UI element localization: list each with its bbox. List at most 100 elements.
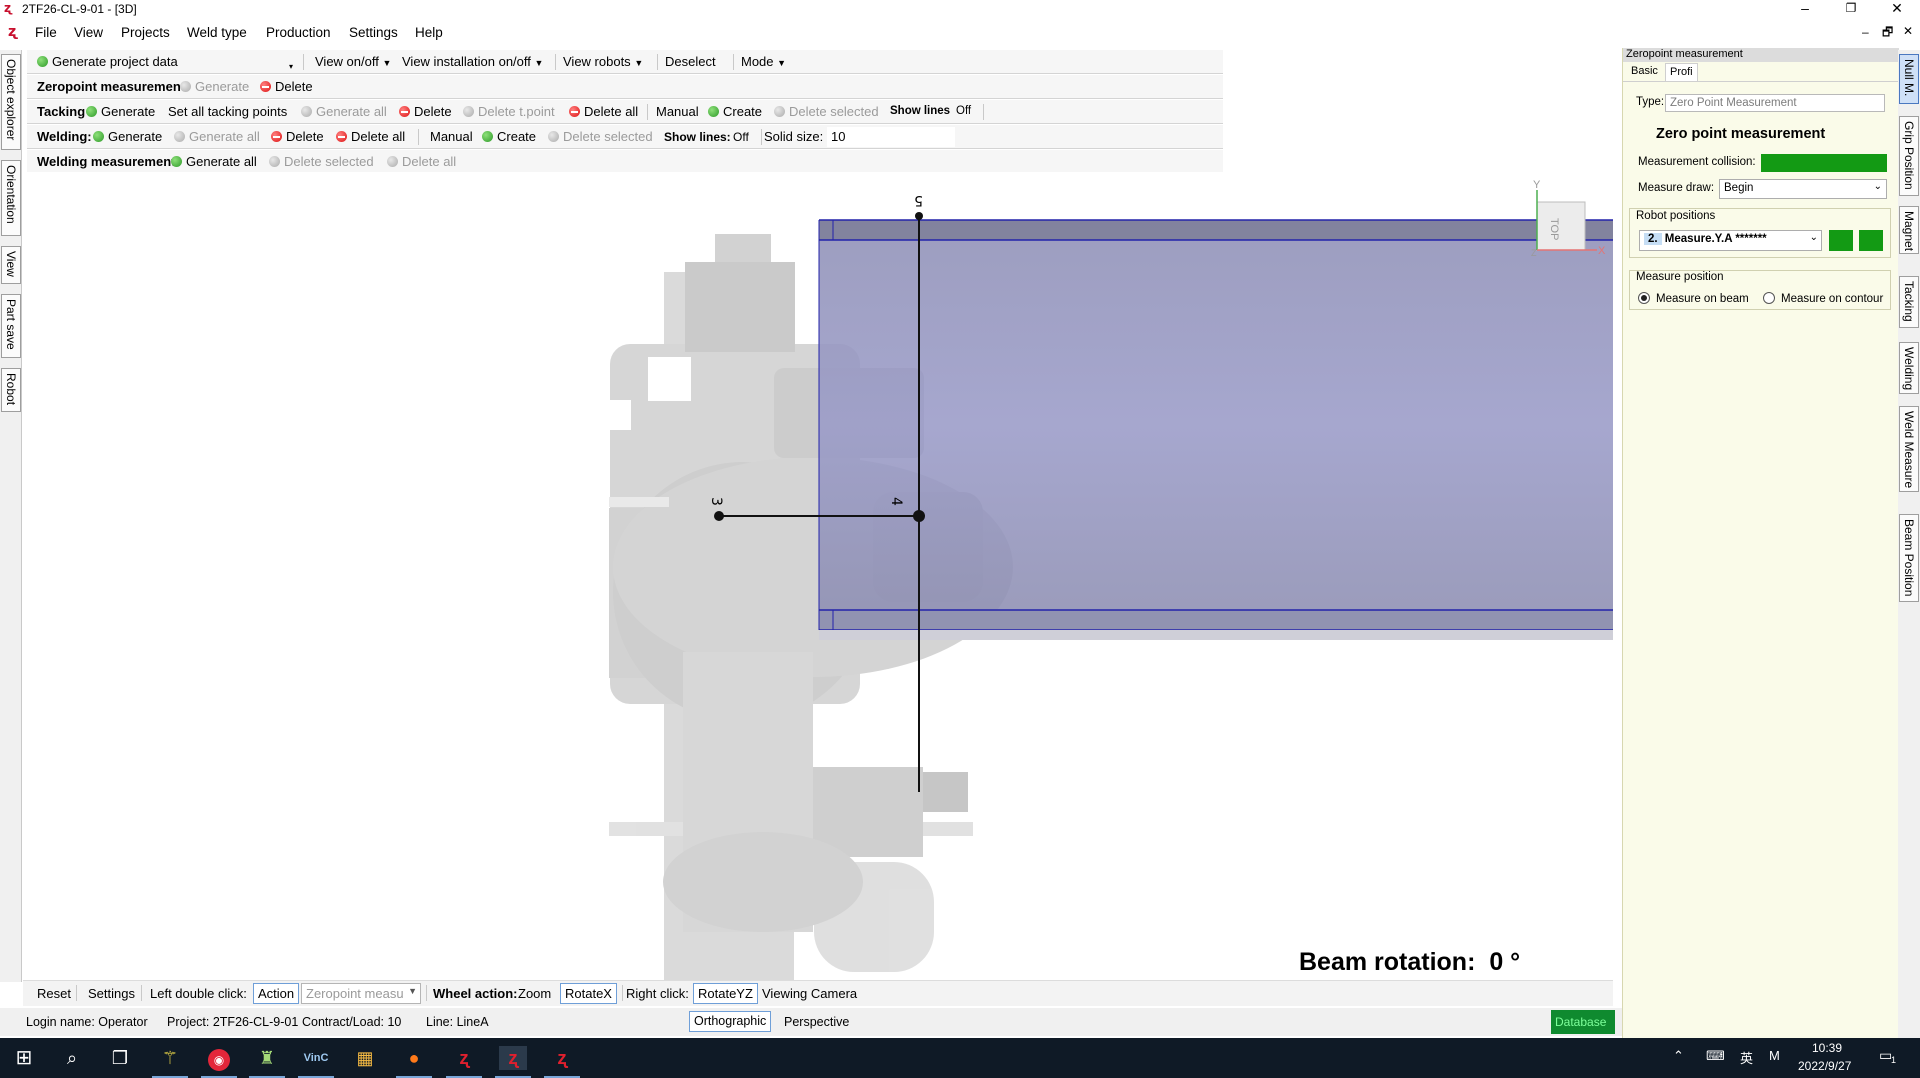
settings-button[interactable]: Settings [88, 986, 135, 1001]
keyboard-icon[interactable]: ⌨ [1706, 1048, 1725, 1064]
tacking-show-lines-toggle[interactable]: Off [956, 105, 971, 117]
app-menu-icon[interactable]: ʐ [8, 24, 18, 40]
ime-language[interactable]: 英 [1740, 1048, 1753, 1067]
weld-measure-delete-all-button[interactable]: Delete all [387, 154, 456, 169]
zeropoint-delete-button[interactable]: Delete [260, 79, 313, 94]
perspective-button[interactable]: Perspective [784, 1015, 849, 1029]
close-button[interactable]: ✕ [1874, 0, 1920, 18]
mode-dropdown[interactable]: Mode ▼ [741, 54, 786, 69]
welding-delete-button[interactable]: Delete [271, 129, 324, 144]
view-onoff-dropdown[interactable]: View on/off ▼ [315, 54, 391, 69]
measure-point-4[interactable] [913, 510, 925, 522]
tab-beam-position[interactable]: Beam Position [1899, 514, 1919, 602]
tab-tacking[interactable]: Tacking [1899, 276, 1919, 328]
welding-show-lines-toggle[interactable]: Off [733, 130, 749, 144]
panel-header: Zeropoint measurement [1623, 48, 1899, 62]
tab-welding[interactable]: Welding [1899, 342, 1919, 394]
generate-project-button[interactable]: Generate project data [37, 54, 178, 69]
restore-button[interactable]: ❐ [1828, 0, 1874, 18]
weld-measure-generate-all-button[interactable]: Generate all [171, 154, 257, 169]
vinc-ra-app-icon[interactable]: VinC [298, 1046, 334, 1078]
zeman-app-icon-1[interactable]: ʐ [446, 1046, 482, 1078]
zeropoint-generate-button[interactable]: Generate [180, 79, 249, 94]
menu-help[interactable]: Help [415, 25, 443, 40]
solid-size-input[interactable]: 10 [827, 127, 955, 147]
welding-create-button[interactable]: Create [482, 129, 536, 144]
zoom-button[interactable]: Zoom [518, 986, 551, 1001]
clock-date[interactable]: 2022/9/27 [1798, 1059, 1851, 1073]
welding-delete-all-button[interactable]: Delete all [336, 129, 405, 144]
tacking-delete-selected-button[interactable]: Delete selected [774, 104, 879, 119]
tab-part-save[interactable]: Part save [1, 294, 21, 358]
tab-grip-position[interactable]: Grip Position [1899, 116, 1919, 196]
action-button[interactable]: Action [253, 983, 300, 1004]
menu-file[interactable]: File [35, 25, 57, 40]
welding-manual-button[interactable]: Manual [430, 129, 473, 144]
view-robots-dropdown[interactable]: View robots ▼ [563, 54, 643, 69]
mdi-minimize-button[interactable]: – [1862, 25, 1869, 39]
tab-weld-measure[interactable]: Weld Measure [1899, 406, 1919, 492]
mdi-close-button[interactable]: ✕ [1903, 24, 1913, 38]
tab-view[interactable]: View [1, 246, 21, 284]
tray-chevron-icon[interactable]: ⌃ [1673, 1048, 1684, 1064]
welding-generate-all-button[interactable]: Generate all [174, 129, 260, 144]
menu-weld-type[interactable]: Weld type [187, 25, 247, 40]
measure-draw-select[interactable]: Begin ⌄ [1719, 179, 1887, 199]
robot-position-select[interactable]: 2. Measure.Y.A ******* ⌄ [1639, 230, 1822, 251]
measure-point-5[interactable] [915, 212, 923, 220]
tacking-create-button[interactable]: Create [708, 104, 762, 119]
task-view-icon[interactable]: ❐ [106, 1046, 134, 1070]
menu-production[interactable]: Production [266, 25, 331, 40]
welding-delete-selected-button[interactable]: Delete selected [548, 129, 653, 144]
3d-scene[interactable]: 5 3 4 TOP Y X Z [23, 172, 1613, 982]
mdi-restore-button[interactable]: 🗗 [1882, 23, 1893, 44]
file-explorer-icon[interactable]: ▦ [351, 1046, 379, 1070]
rotateyz-button[interactable]: RotateYZ [693, 983, 758, 1004]
view-installation-dropdown[interactable]: View installation on/off ▼ [402, 54, 543, 69]
tacking-delete-button[interactable]: Delete [399, 104, 452, 119]
tacking-delete-all-button[interactable]: Delete all [569, 104, 638, 119]
robot-position-add-button[interactable] [1829, 230, 1853, 251]
tab-null-m[interactable]: Null M. [1899, 54, 1919, 104]
robot-position-run-button[interactable] [1859, 230, 1883, 251]
deselect-button[interactable]: Deselect [665, 54, 716, 69]
tab-basic[interactable]: Basic [1627, 63, 1662, 81]
viewing-camera-button[interactable]: Viewing Camera [762, 986, 857, 1001]
tab-orientation[interactable]: Orientation [1, 160, 21, 236]
weld-measure-delete-selected-button[interactable]: Delete selected [269, 154, 374, 169]
3d-viewport[interactable]: 5 3 4 TOP Y X Z Beam rotation: 0 ° [23, 172, 1613, 982]
magic-wand-app-icon[interactable]: ⚚ [152, 1046, 188, 1078]
zeman-app-icon-3[interactable]: ʐ [544, 1046, 580, 1078]
reset-button[interactable]: Reset [37, 986, 71, 1001]
collision-indicator[interactable] [1761, 154, 1887, 172]
rotatex-button[interactable]: RotateX [560, 983, 617, 1004]
tab-object-explorer[interactable]: Object explorer [1, 54, 21, 150]
tab-magnet[interactable]: Magnet [1899, 206, 1919, 254]
android-app-icon[interactable]: ♜ [249, 1046, 285, 1078]
firefox-icon[interactable]: ● [396, 1046, 432, 1078]
menu-view[interactable]: View [74, 25, 103, 40]
measure-point-3[interactable] [714, 511, 724, 521]
tacking-manual-button[interactable]: Manual [656, 104, 699, 119]
tacking-generate-button[interactable]: Generate [86, 104, 155, 119]
set-all-tacking-points-button[interactable]: Set all tacking points [168, 104, 287, 119]
welding-generate-button[interactable]: Generate [93, 129, 162, 144]
orthographic-button[interactable]: Orthographic [689, 1011, 772, 1032]
windows-start-icon[interactable]: ⊞ [10, 1046, 38, 1070]
delete-tpoint-button[interactable]: Delete t.point [463, 104, 555, 119]
zeman-app-icon-2[interactable]: ʐ [495, 1046, 531, 1078]
camera-app-icon[interactable]: ◉ [201, 1046, 237, 1078]
tab-profi[interactable]: Profi [1665, 63, 1698, 81]
menu-settings[interactable]: Settings [349, 25, 398, 40]
radio-measure-on-contour[interactable]: Measure on contour [1763, 292, 1883, 305]
tacking-generate-all-button[interactable]: Generate all [301, 104, 387, 119]
radio-measure-on-beam[interactable]: Measure on beam [1638, 292, 1749, 305]
action-select[interactable]: Zeropoint measu ▼ [301, 983, 421, 1004]
tab-robot[interactable]: Robot [1, 368, 21, 412]
clock-time[interactable]: 10:39 [1812, 1041, 1842, 1055]
menu-projects[interactable]: Projects [121, 25, 170, 40]
search-icon[interactable]: ⌕ [58, 1046, 86, 1070]
minimize-button[interactable]: – [1782, 0, 1828, 18]
toolbar-overflow-icon[interactable]: ▾ [289, 62, 293, 71]
ime-mode[interactable]: M [1769, 1048, 1780, 1063]
